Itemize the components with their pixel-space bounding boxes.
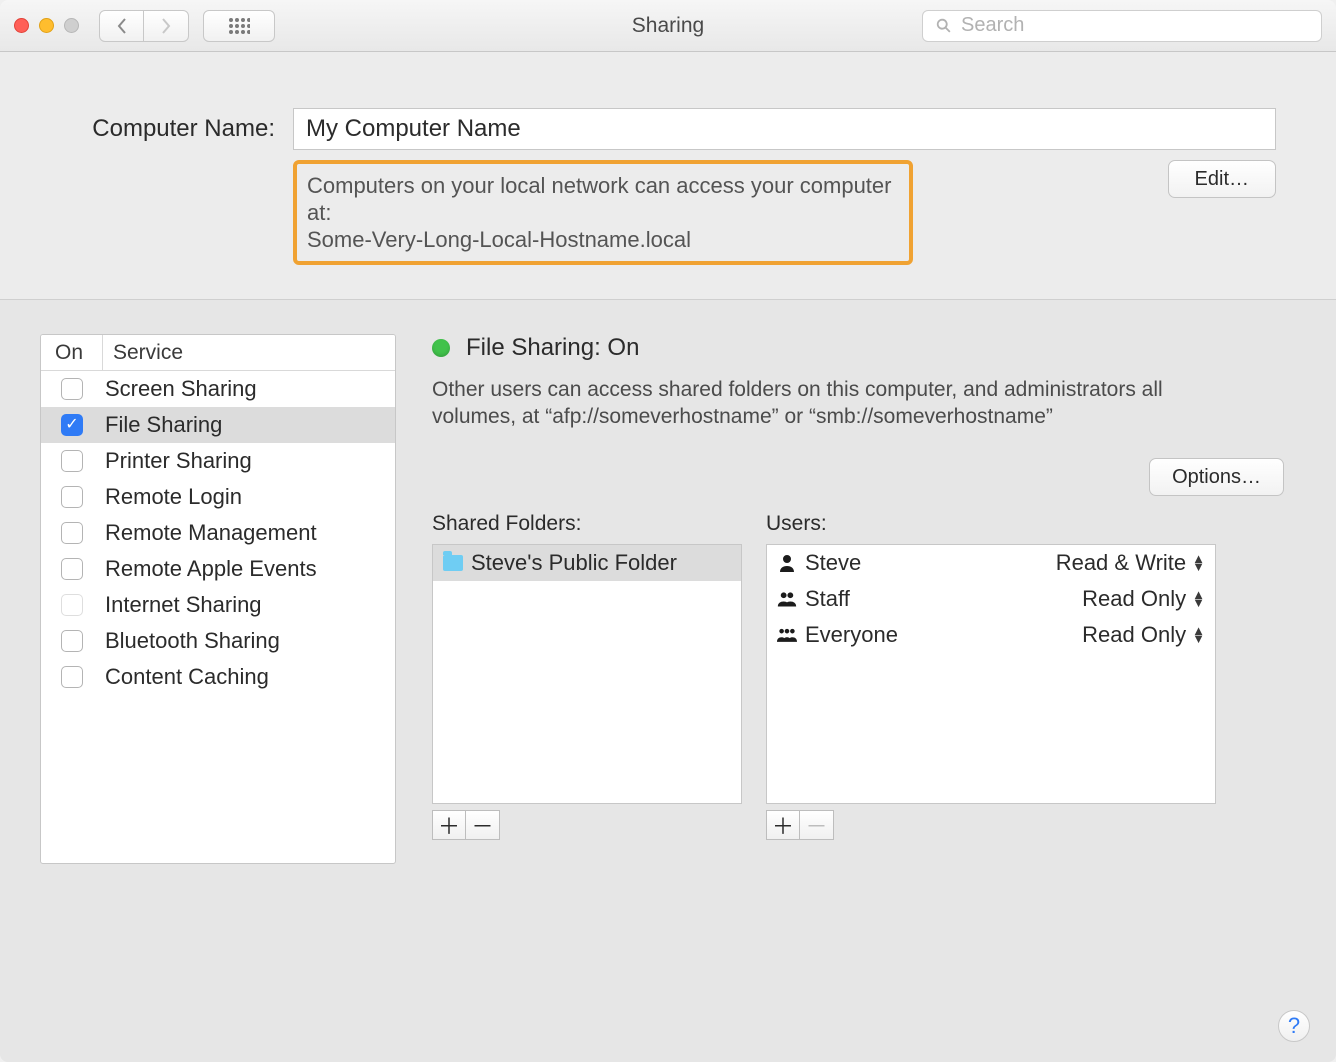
hint-line1: Computers on your local network can acce…: [307, 172, 899, 226]
stepper-icon: ▲▼: [1192, 627, 1205, 643]
user-name: Everyone: [805, 622, 898, 648]
user-name: Staff: [805, 586, 850, 612]
service-label: Remote Apple Events: [103, 556, 317, 582]
user-icon: [777, 553, 797, 573]
stepper-icon: ▲▼: [1192, 591, 1205, 607]
sharing-main: On Service Screen Sharing ✓ File Sharing Pr…: [0, 299, 1336, 1062]
search-field[interactable]: Search: [922, 10, 1322, 42]
close-window-button[interactable]: [14, 18, 29, 33]
add-folder-button[interactable]: ＋: [432, 810, 466, 840]
permission-label: Read Only: [1082, 586, 1186, 612]
service-checkbox: [61, 594, 83, 616]
minimize-window-button[interactable]: [39, 18, 54, 33]
service-checkbox[interactable]: [61, 378, 83, 400]
titlebar: Sharing Search: [0, 0, 1336, 52]
remove-user-button: －: [800, 810, 834, 840]
service-checkbox[interactable]: [61, 486, 83, 508]
permission-label: Read & Write: [1056, 550, 1186, 576]
services-header-on: On: [41, 335, 103, 370]
service-label: Content Caching: [103, 664, 269, 690]
shared-folders-label: Shared Folders:: [432, 512, 742, 536]
service-description: Other users can access shared folders on…: [432, 376, 1192, 430]
service-row[interactable]: ✓ File Sharing: [41, 407, 395, 443]
forward-button[interactable]: [144, 11, 188, 41]
nav-group: [99, 10, 189, 42]
service-row[interactable]: Screen Sharing: [41, 371, 395, 407]
show-all-button[interactable]: [203, 10, 275, 42]
service-checkbox[interactable]: [61, 522, 83, 544]
traffic-lights: [14, 18, 79, 33]
zoom-window-button: [64, 18, 79, 33]
user-row[interactable]: Steve Read & Write ▲▼: [767, 545, 1215, 581]
shared-folders-list[interactable]: Steve's Public Folder: [432, 544, 742, 804]
permission-label: Read Only: [1082, 622, 1186, 648]
service-row[interactable]: Bluetooth Sharing: [41, 623, 395, 659]
permission-selector[interactable]: Read Only ▲▼: [1082, 622, 1205, 648]
service-row[interactable]: Internet Sharing: [41, 587, 395, 623]
status-text: File Sharing: On: [466, 334, 639, 362]
shared-folder-row[interactable]: Steve's Public Folder: [433, 545, 741, 581]
service-label: Printer Sharing: [103, 448, 252, 474]
user-icon: [777, 589, 797, 609]
search-icon: [935, 17, 953, 35]
service-label: Remote Management: [103, 520, 317, 546]
service-label: Bluetooth Sharing: [103, 628, 280, 654]
computer-name-section: Computer Name: Computers on your local n…: [0, 52, 1336, 299]
sharing-window: Sharing Search Computer Name: Computers …: [0, 0, 1336, 1062]
local-hostname-hint: Computers on your local network can acce…: [293, 160, 913, 265]
users-label: Users:: [766, 512, 1216, 536]
service-label: Remote Login: [103, 484, 242, 510]
users-list[interactable]: SteveRead & Write▲▼StaffRead Only▲▼Every…: [766, 544, 1216, 804]
search-placeholder: Search: [961, 14, 1024, 37]
service-row[interactable]: Remote Apple Events: [41, 551, 395, 587]
service-row[interactable]: Remote Login: [41, 479, 395, 515]
user-icon: [777, 625, 797, 645]
service-row[interactable]: Printer Sharing: [41, 443, 395, 479]
stepper-icon: ▲▼: [1192, 555, 1205, 571]
folder-icon: [443, 555, 463, 571]
user-row[interactable]: Staff Read Only ▲▼: [767, 581, 1215, 617]
options-button[interactable]: Options…: [1149, 458, 1284, 496]
permission-selector[interactable]: Read & Write ▲▼: [1056, 550, 1205, 576]
service-checkbox[interactable]: [61, 630, 83, 652]
services-header: On Service: [41, 335, 395, 371]
help-button[interactable]: ?: [1278, 1010, 1310, 1042]
service-checkbox[interactable]: [61, 450, 83, 472]
computer-name-label: Computer Name:: [60, 115, 275, 143]
service-row[interactable]: Remote Management: [41, 515, 395, 551]
back-button[interactable]: [100, 11, 144, 41]
remove-folder-button[interactable]: －: [466, 810, 500, 840]
service-label: Screen Sharing: [103, 376, 257, 402]
service-label: Internet Sharing: [103, 592, 262, 618]
user-row[interactable]: Everyone Read Only ▲▼: [767, 617, 1215, 653]
permission-selector[interactable]: Read Only ▲▼: [1082, 586, 1205, 612]
service-checkbox[interactable]: [61, 666, 83, 688]
service-checkbox[interactable]: ✓: [61, 414, 83, 436]
shared-folder-name: Steve's Public Folder: [471, 550, 677, 576]
user-name: Steve: [805, 550, 861, 576]
add-user-button[interactable]: ＋: [766, 810, 800, 840]
hint-line2: Some-Very-Long-Local-Hostname.local: [307, 226, 899, 253]
services-header-service: Service: [103, 341, 183, 365]
computer-name-input[interactable]: [293, 108, 1276, 150]
services-list: On Service Screen Sharing ✓ File Sharing Pr…: [40, 334, 396, 864]
service-label: File Sharing: [103, 412, 222, 438]
service-row[interactable]: Content Caching: [41, 659, 395, 695]
service-checkbox[interactable]: [61, 558, 83, 580]
edit-hostname-button[interactable]: Edit…: [1168, 160, 1276, 198]
status-indicator-icon: [432, 339, 450, 357]
service-detail: File Sharing: On Other users can access …: [432, 334, 1284, 1032]
